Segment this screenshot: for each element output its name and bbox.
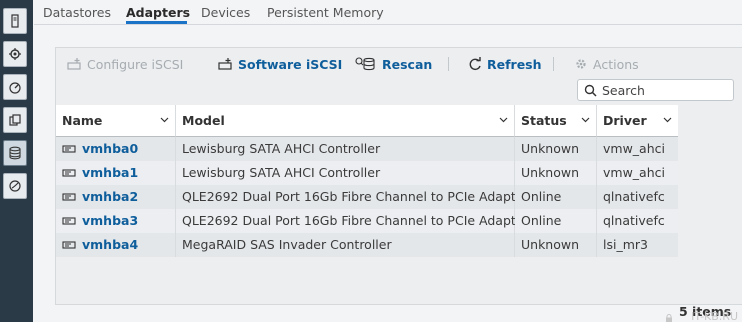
adapter-name-cell[interactable]: vmhba3 — [56, 209, 176, 233]
hba-adapter-icon — [62, 169, 76, 177]
chevron-down-icon[interactable] — [499, 117, 508, 123]
refresh-label: Refresh — [487, 56, 542, 72]
tab-persistent-memory[interactable]: Persistent Memory — [267, 5, 384, 24]
add-storage-icon — [67, 58, 81, 70]
adapter-driver: lsi_mr3 — [597, 233, 678, 257]
hba-adapter-icon — [62, 241, 76, 249]
column-driver-label: Driver — [603, 113, 647, 128]
chevron-down-icon[interactable] — [663, 117, 672, 123]
configure-iscsi-label: Configure iSCSI — [87, 56, 184, 72]
column-model-label: Model — [182, 113, 225, 128]
adapter-name-cell[interactable]: vmhba2 — [56, 185, 176, 209]
table-row[interactable]: vmhba3 QLE2692 Dual Port 16Gb Fibre Chan… — [56, 209, 678, 233]
column-header-status[interactable]: Status — [515, 105, 597, 137]
host-icon[interactable] — [3, 8, 27, 34]
adapter-status: Unknown — [515, 161, 597, 185]
table-row[interactable]: vmhba4 MegaRAID SAS Invader Controller U… — [56, 233, 678, 257]
adapter-name[interactable]: vmhba0 — [82, 141, 138, 156]
refresh-icon — [469, 57, 481, 71]
app-frame: Datastores Adapters Devices Persistent M… — [0, 0, 742, 322]
toolbar-separator — [448, 57, 449, 71]
adapter-name[interactable]: vmhba2 — [82, 189, 138, 204]
tab-divider — [34, 24, 742, 25]
hba-adapter-icon — [62, 193, 76, 201]
watermark: IT-KB.RU — [691, 310, 738, 323]
adapter-status: Unknown — [515, 233, 597, 257]
hba-adapter-icon — [62, 145, 76, 153]
adapter-name-cell[interactable]: vmhba4 — [56, 233, 176, 257]
gear-icon — [576, 59, 586, 69]
refresh-button[interactable]: Refresh — [467, 55, 542, 73]
adapter-status: Unknown — [515, 137, 597, 161]
hba-adapter-icon — [62, 217, 76, 225]
adapter-model: QLE2692 Dual Port 16Gb Fibre Channel to … — [176, 209, 529, 233]
adapter-model: Lewisburg SATA AHCI Controller — [176, 161, 515, 185]
table-row[interactable]: vmhba2 QLE2692 Dual Port 16Gb Fibre Chan… — [56, 185, 678, 209]
rescan-button[interactable]: Rescan — [352, 55, 432, 73]
column-name-label: Name — [62, 113, 103, 128]
software-iscsi-label: Software iSCSI — [238, 56, 343, 72]
adapter-name[interactable]: vmhba4 — [82, 237, 138, 252]
rescan-label: Rescan — [382, 56, 433, 72]
toolbar-separator — [553, 57, 554, 71]
table-row[interactable]: vmhba1 Lewisburg SATA AHCI Controller Un… — [56, 161, 678, 185]
left-toolbar — [0, 0, 33, 322]
search-icon — [584, 84, 597, 97]
adapter-driver: vmw_ahci — [597, 137, 678, 161]
search-input[interactable] — [602, 82, 730, 98]
chevron-down-icon[interactable] — [160, 117, 169, 123]
adapter-model: MegaRAID SAS Invader Controller — [176, 233, 515, 257]
network-icon[interactable] — [3, 173, 27, 199]
adapter-status: Online — [515, 185, 597, 209]
adapter-status: Online — [515, 209, 597, 233]
rescan-storage-icon — [355, 57, 375, 71]
adapter-driver: vmw_ahci — [597, 161, 678, 185]
column-header-model[interactable]: Model — [176, 105, 515, 137]
performance-icon[interactable] — [3, 74, 27, 100]
adapter-name[interactable]: vmhba1 — [82, 165, 138, 180]
actions-label: Actions — [593, 56, 639, 72]
column-header-name[interactable]: Name — [56, 105, 176, 137]
add-storage-icon — [218, 58, 232, 70]
tab-devices[interactable]: Devices — [201, 5, 250, 24]
adapter-name[interactable]: vmhba3 — [82, 213, 138, 228]
adapter-name-cell[interactable]: vmhba1 — [56, 161, 176, 185]
search-box[interactable] — [577, 79, 734, 101]
tab-datastores[interactable]: Datastores — [43, 5, 111, 24]
adapter-name-cell[interactable]: vmhba0 — [56, 137, 176, 161]
configure-iscsi-button[interactable]: Configure iSCSI — [67, 55, 183, 73]
column-status-label: Status — [521, 113, 567, 128]
software-iscsi-button[interactable]: Software iSCSI — [218, 55, 342, 73]
adapter-model: QLE2692 Dual Port 16Gb Fibre Channel to … — [176, 185, 529, 209]
table-row[interactable]: vmhba0 Lewisburg SATA AHCI Controller Un… — [56, 137, 678, 161]
actions-button[interactable]: Actions — [573, 55, 639, 73]
vm-config-icon[interactable] — [3, 41, 27, 67]
adapter-driver: qlnativefc — [597, 209, 678, 233]
column-header-driver[interactable]: Driver — [597, 105, 678, 137]
clone-icon[interactable] — [3, 107, 27, 133]
adapter-model: Lewisburg SATA AHCI Controller — [176, 137, 515, 161]
chevron-down-icon[interactable] — [581, 117, 590, 123]
adapter-driver: qlnativefc — [597, 185, 678, 209]
watermark-lock-icon — [666, 314, 672, 322]
storage-icon[interactable] — [3, 140, 27, 166]
